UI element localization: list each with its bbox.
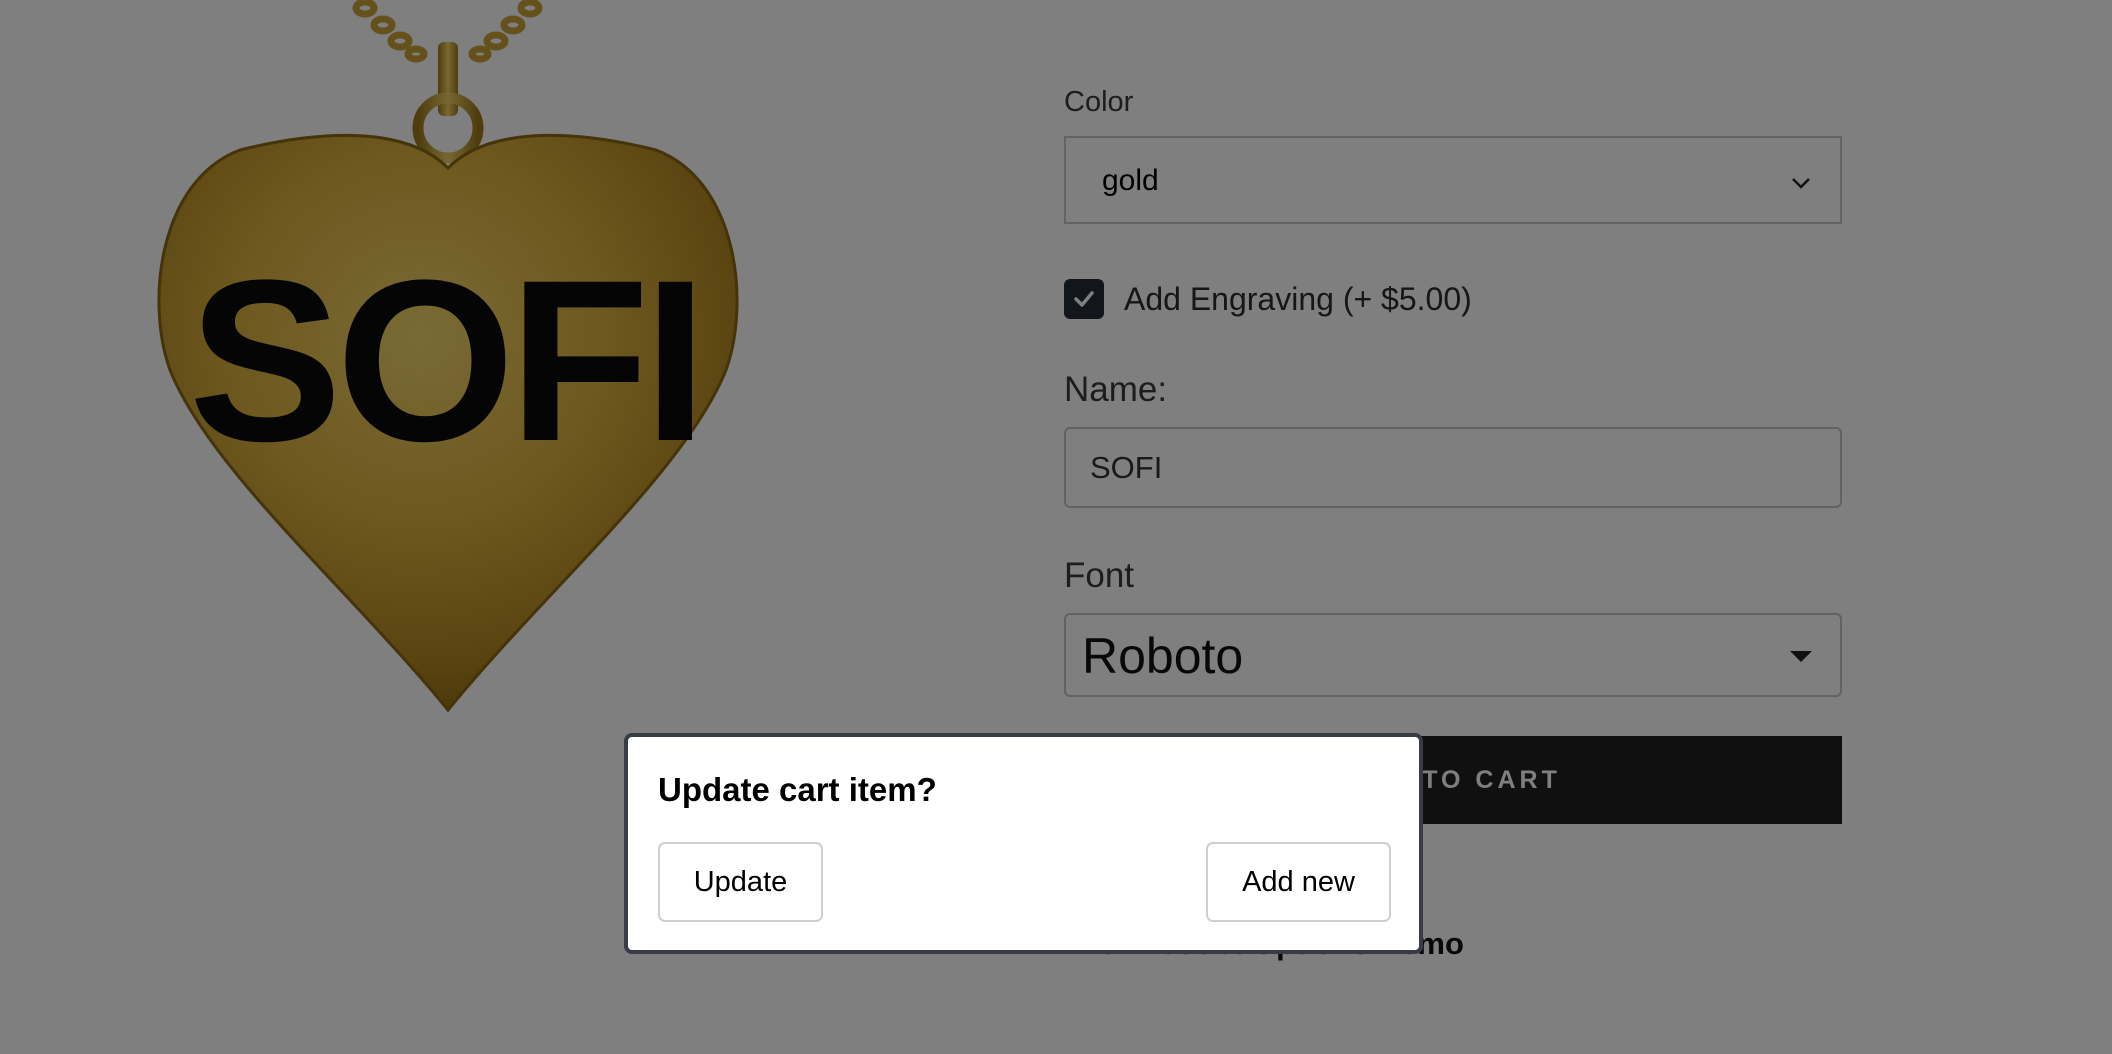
update-button[interactable]: Update bbox=[658, 842, 823, 922]
update-cart-dialog: Update cart item? Update Add new bbox=[624, 733, 1423, 954]
add-new-button[interactable]: Add new bbox=[1206, 842, 1391, 922]
dialog-title: Update cart item? bbox=[658, 771, 937, 808]
product-page: SOFI Color gold Add Engraving (+ $5.00) … bbox=[0, 0, 2112, 1054]
